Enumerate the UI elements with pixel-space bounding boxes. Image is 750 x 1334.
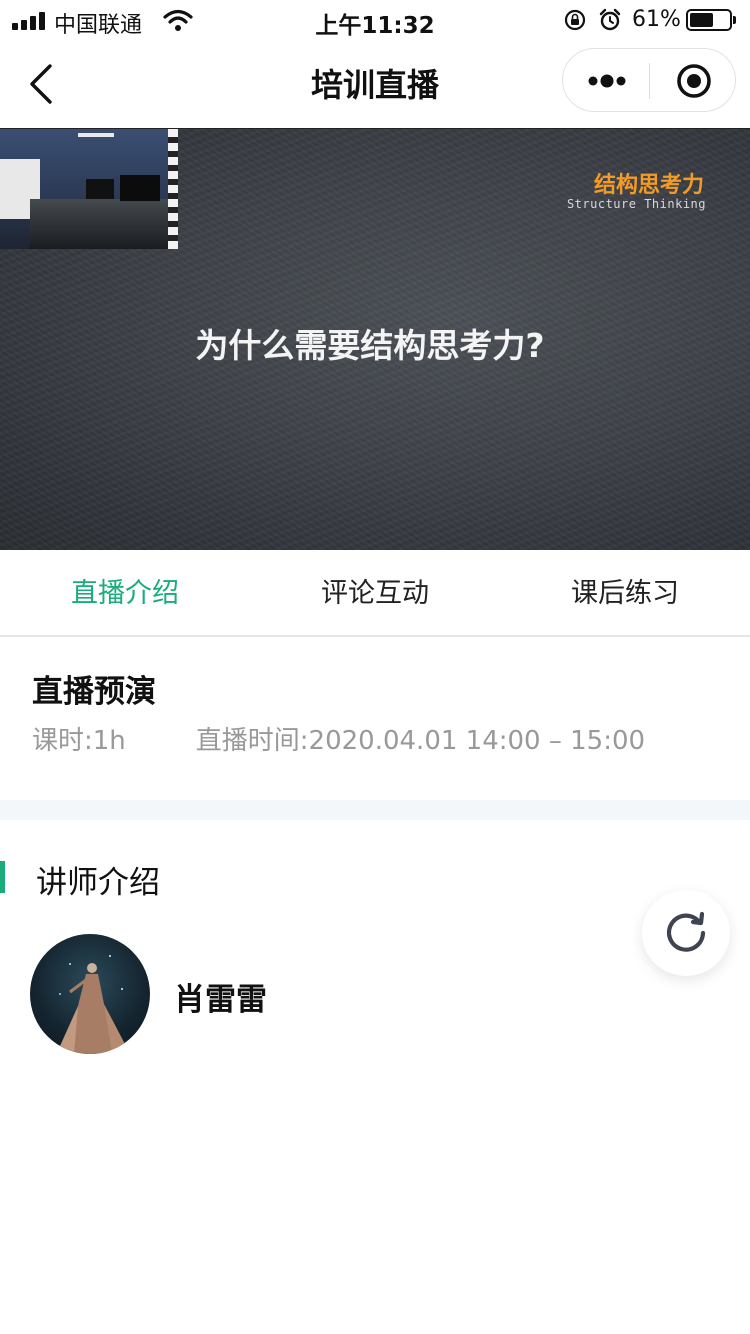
live-video-player[interactable]: 结构思考力 Structure Thinking 为什么需要结构思考力? [0, 128, 750, 550]
slide-headline: 为什么需要结构思考力? [195, 326, 545, 365]
rotation-lock-icon [564, 9, 586, 31]
teacher-section-heading: 讲师介绍 [36, 865, 160, 901]
refresh-icon [666, 911, 706, 952]
tab-bar: 直播介绍 评论互动 课后练习 [0, 551, 750, 637]
tab-comments[interactable]: 评论互动 [250, 551, 500, 635]
alarm-icon [599, 8, 621, 31]
refresh-button[interactable] [642, 890, 730, 976]
battery-icon [686, 9, 738, 31]
course-meta: 课时:1h 直播时间:2020.04.01 14:00 – 15:00 [32, 720, 645, 757]
battery-fill [690, 13, 714, 27]
course-title: 直播预演 [32, 674, 156, 710]
capsule-divider [649, 63, 650, 99]
close-miniprogram-icon[interactable] [675, 62, 713, 100]
tab-live-intro[interactable]: 直播介绍 [0, 551, 250, 635]
nav-bar: 培训直播 [0, 40, 750, 128]
miniprogram-capsule [562, 48, 736, 112]
slide-brand-title: 结构思考力 [593, 173, 704, 198]
status-bar: 中国联通 上午11:32 61% [0, 0, 750, 40]
course-duration: 课时:1h [32, 726, 126, 756]
more-icon[interactable] [587, 70, 627, 92]
camera-pip-view[interactable] [0, 129, 178, 249]
slide-brand-subtitle: Structure Thinking [566, 197, 706, 211]
battery-percent: 61% [632, 7, 681, 32]
avatar-figure [59, 955, 126, 1054]
section-divider [0, 800, 750, 820]
teacher-avatar[interactable] [30, 934, 150, 1054]
section-accent-bar [0, 861, 5, 893]
course-live-time: 直播时间:2020.04.01 14:00 – 15:00 [195, 726, 646, 756]
tab-exercises[interactable]: 课后练习 [500, 551, 750, 635]
teacher-name: 肖雷雷 [174, 982, 267, 1018]
